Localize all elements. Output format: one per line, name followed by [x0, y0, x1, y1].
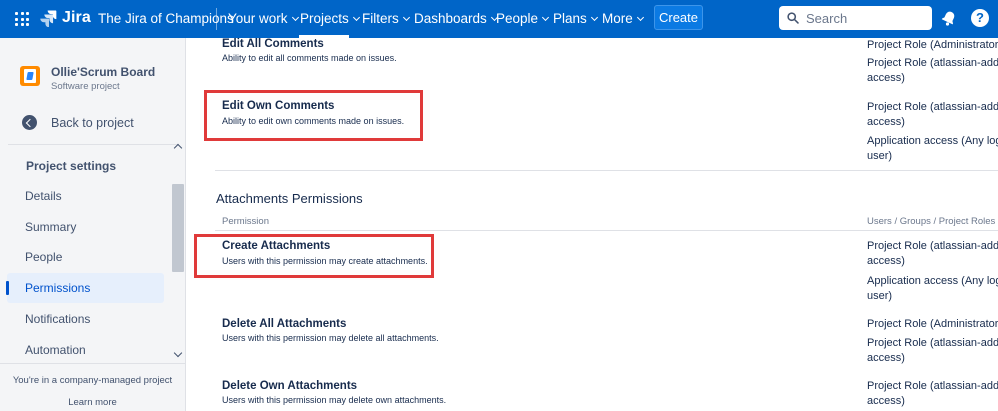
- chevron-up-icon[interactable]: [173, 143, 183, 153]
- grant-entry: Project Role (Administrators: [867, 318, 998, 330]
- grant-entry: Project Role (atlassian-addo: [867, 57, 998, 69]
- nav-divider: [216, 8, 217, 30]
- company-managed-note: You're in a company-managed project: [12, 375, 173, 386]
- app-switcher-icon[interactable]: [15, 12, 29, 26]
- nav-plans-label: Plans: [553, 11, 587, 26]
- back-to-project-link[interactable]: Back to project: [22, 115, 134, 130]
- grant-entry: access): [867, 395, 905, 407]
- section-divider: [215, 170, 998, 171]
- project-type: Software project: [51, 81, 120, 92]
- arrow-left-icon: [22, 115, 37, 130]
- logo-text: Jira: [62, 9, 91, 26]
- notifications-icon[interactable]: [941, 10, 957, 26]
- table-header-divider: [215, 230, 998, 231]
- grant-entry: access): [867, 255, 905, 267]
- nav-people[interactable]: People: [496, 11, 550, 26]
- back-to-project-label: Back to project: [51, 115, 134, 130]
- sidebar-section-title: Project settings: [26, 159, 117, 173]
- grant-entry: Project Role (atlassian-addo: [867, 380, 998, 392]
- grant-entry: Project Role (Administrators: [867, 39, 998, 51]
- nav-more[interactable]: More: [602, 11, 644, 26]
- permission-description: Users with this permission may delete ow…: [222, 395, 447, 405]
- jira-logo-icon: [40, 10, 57, 27]
- project-name: Ollie'Scrum Board: [51, 65, 156, 79]
- sidebar-divider: [8, 144, 178, 145]
- jira-logo[interactable]: Jira: [40, 9, 91, 27]
- nav-filters[interactable]: Filters: [362, 11, 410, 26]
- grant-entry: Project Role (atlassian-addo: [867, 337, 998, 349]
- highlight-box: [204, 90, 423, 141]
- sidebar-item-people[interactable]: People: [7, 242, 164, 272]
- scrollbar-thumb[interactable]: [172, 184, 184, 272]
- chevron-down-icon: [636, 13, 644, 21]
- permission-description: Ability to edit all comments made on iss…: [222, 53, 397, 63]
- nav-projects[interactable]: Projects: [300, 11, 360, 26]
- project-sidebar: Ollie'Scrum Board Software project Back …: [0, 38, 186, 411]
- permission-title: Edit All Comments: [222, 38, 324, 50]
- learn-more-link[interactable]: Learn more: [0, 397, 185, 408]
- nav-more-label: More: [602, 11, 633, 26]
- grant-entry: Application access (Any log: [867, 135, 998, 147]
- grant-entry: Project Role (atlassian-addo: [867, 240, 998, 252]
- nav-people-label: People: [496, 11, 539, 26]
- permissions-content: Edit All Comments Ability to edit all co…: [187, 38, 998, 411]
- help-icon[interactable]: ?: [971, 9, 989, 27]
- grant-entry: access): [867, 116, 905, 128]
- sidebar-footer-divider: [0, 363, 185, 364]
- chevron-down-icon: [352, 13, 360, 21]
- chevron-down-icon: [291, 13, 299, 21]
- sidebar-scrollbar[interactable]: [171, 142, 185, 363]
- column-header-permission: Permission: [222, 216, 269, 227]
- chevron-down-icon[interactable]: [173, 348, 183, 358]
- search-icon: [787, 12, 799, 24]
- nav-projects-label: Projects: [300, 11, 349, 26]
- chevron-down-icon: [542, 13, 550, 21]
- top-navigation-bar: Jira The Jira of Champions Your work Pro…: [0, 0, 998, 38]
- sidebar-item-summary[interactable]: Summary: [7, 212, 164, 242]
- sidebar-item-details[interactable]: Details: [7, 181, 164, 211]
- grant-entry: Project Role (atlassian-addo: [867, 101, 998, 113]
- grant-entry: access): [867, 352, 905, 364]
- site-name-link[interactable]: The Jira of Champions: [98, 11, 234, 26]
- nav-filters-label: Filters: [362, 11, 399, 26]
- highlight-box: [194, 234, 434, 278]
- permission-title: Delete All Attachments: [222, 318, 347, 330]
- chevron-down-icon: [590, 13, 598, 21]
- sidebar-item-notifications[interactable]: Notifications: [7, 304, 164, 334]
- nav-your-work-label: Your work: [228, 11, 288, 26]
- column-header-grants: Users / Groups / Project Roles: [867, 216, 996, 227]
- section-title: Attachments Permissions: [216, 191, 363, 206]
- chevron-down-icon: [402, 13, 410, 21]
- sidebar-item-permissions[interactable]: Permissions: [6, 273, 164, 303]
- grant-entry: user): [867, 290, 893, 302]
- permission-description: Users with this permission may delete al…: [222, 333, 439, 343]
- search-input[interactable]: [806, 10, 926, 26]
- permission-title: Delete Own Attachments: [222, 380, 358, 392]
- grant-entry: access): [867, 72, 905, 84]
- grant-entry: user): [867, 150, 893, 162]
- search-box[interactable]: [779, 6, 932, 30]
- grant-entry: Application access (Any log: [867, 275, 998, 287]
- nav-plans[interactable]: Plans: [553, 11, 598, 26]
- project-avatar-icon: [20, 66, 40, 86]
- create-button[interactable]: Create: [654, 5, 703, 30]
- nav-dashboards-label: Dashboards: [414, 11, 487, 26]
- nav-your-work[interactable]: Your work: [228, 11, 299, 26]
- nav-dashboards[interactable]: Dashboards: [414, 11, 498, 26]
- sidebar-item-automation[interactable]: Automation: [7, 335, 164, 365]
